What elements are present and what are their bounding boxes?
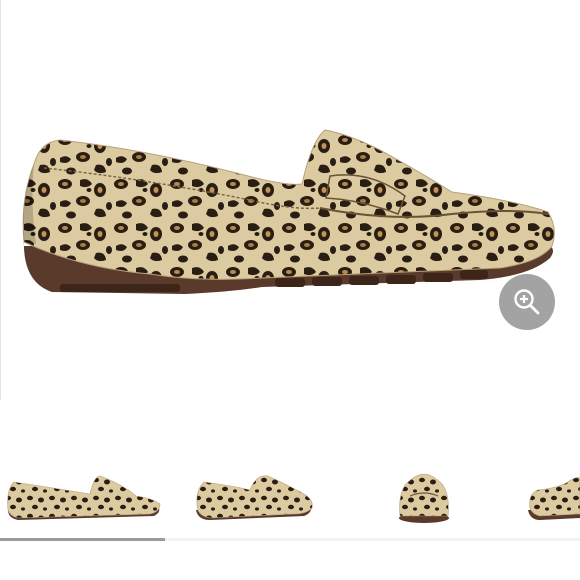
thumbnail-side-partial-image [528,477,580,520]
zoom-button[interactable] [499,274,555,330]
thumbnail-side-view[interactable] [4,458,162,534]
thumbnail-front-image [399,473,449,523]
product-image[interactable] [0,0,580,440]
zoom-in-icon [514,289,540,315]
thumbnail-front-view[interactable] [396,458,452,534]
thumbnail-side-image [7,475,161,520]
thumbnail-angle-image [196,475,313,520]
thumbnail-angle-view[interactable] [194,458,314,534]
thumbnail-side-partial-view[interactable] [528,458,580,534]
gallery-scroll-thumb[interactable] [0,538,166,541]
gallery-scrollbar[interactable] [0,538,580,541]
leopard-loafer-illustration [22,129,555,294]
thumbnail-strip [0,458,580,534]
